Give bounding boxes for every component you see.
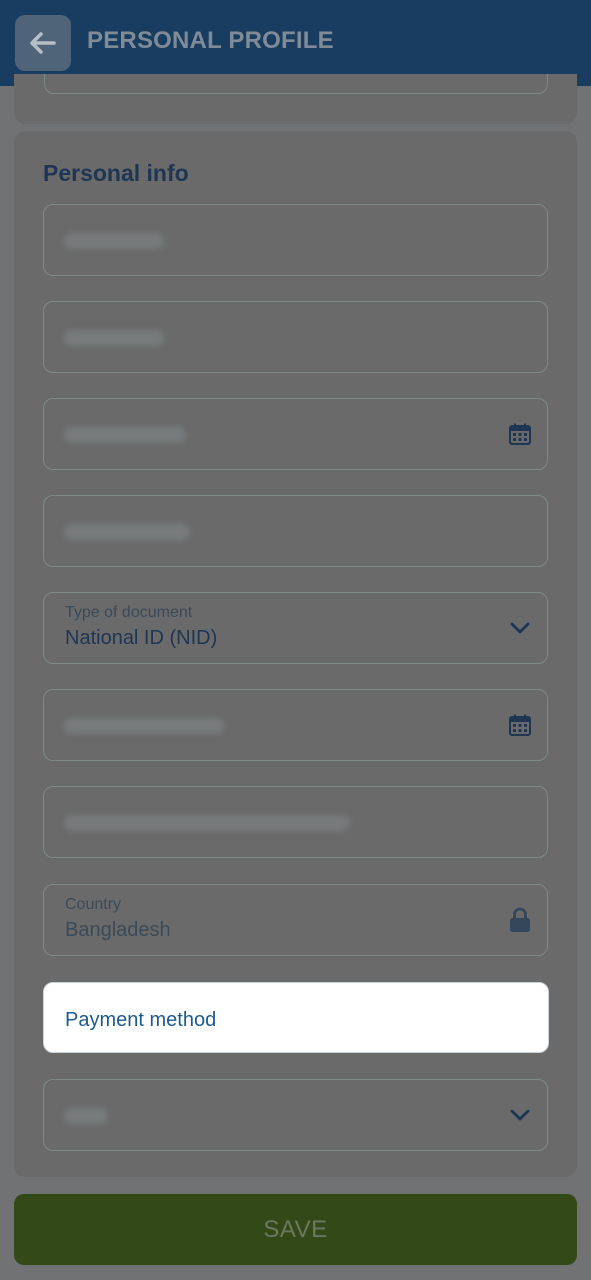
document-type-select[interactable]: Type of document National ID (NID): [43, 592, 548, 664]
document-type-label: Type of document: [65, 604, 193, 621]
calendar-icon[interactable]: [507, 712, 533, 738]
address-field[interactable]: [43, 786, 548, 858]
section-title: Personal info: [43, 160, 189, 186]
last-name-field[interactable]: [43, 204, 548, 276]
country-label: Country: [65, 896, 122, 913]
blurred-value: [64, 330, 164, 346]
first-name-field[interactable]: [43, 301, 548, 373]
blurred-value: [64, 815, 350, 831]
previous-field-stub: [44, 74, 548, 94]
chevron-down-icon: [507, 1102, 533, 1128]
blurred-value: [64, 524, 190, 540]
date-of-birth-field[interactable]: [43, 398, 548, 470]
blurred-value: [64, 233, 164, 249]
page-title: PERSONAL PROFILE: [87, 27, 334, 54]
back-button[interactable]: [15, 15, 71, 71]
payment-method-field[interactable]: Payment method: [43, 982, 549, 1053]
calendar-icon[interactable]: [507, 421, 533, 447]
document-date-field[interactable]: [43, 689, 548, 761]
payment-method-select[interactable]: [43, 1079, 548, 1151]
blurred-value: [64, 718, 224, 734]
previous-section-card: [14, 74, 577, 124]
country-field: Country Bangladesh: [43, 884, 548, 956]
save-button[interactable]: SAVE: [14, 1194, 577, 1265]
lock-icon: [507, 907, 533, 933]
blurred-value: [64, 1108, 108, 1124]
payment-method-label: Payment method: [65, 1009, 217, 1031]
blurred-value: [64, 427, 186, 443]
chevron-down-icon: [507, 615, 533, 641]
arrow-left-icon: [30, 32, 56, 54]
country-value: Bangladesh: [65, 919, 171, 941]
document-type-value: National ID (NID): [65, 627, 218, 649]
place-of-birth-field[interactable]: [43, 495, 548, 567]
